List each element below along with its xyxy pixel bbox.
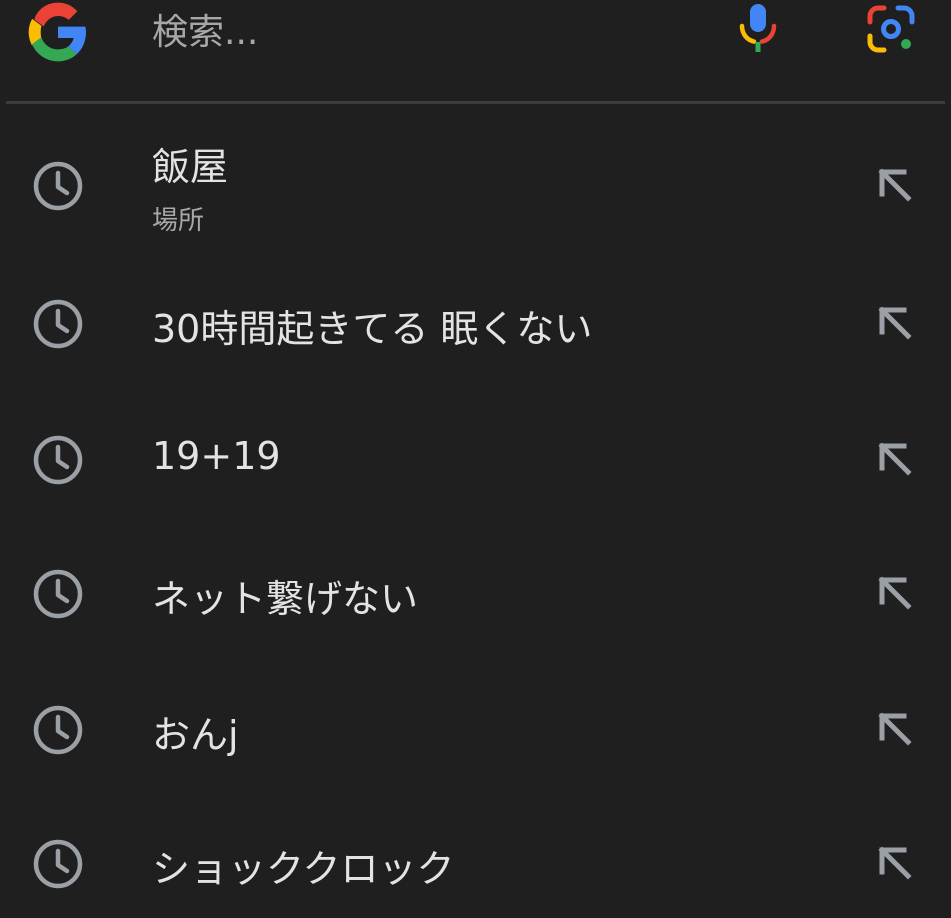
history-clock-icon [33,299,83,349]
search-screen: 飯屋 場所 30時間起きてる 眠くない 19+19 [0,0,951,918]
suggestion-text: ネット繋げない [152,577,419,621]
search-bar [0,0,951,100]
suggestion-subtitle: 場所 [152,206,205,236]
suggestion-item[interactable]: 30時間起きてる 眠くない [0,256,951,392]
arrow-up-left-icon[interactable] [868,298,920,350]
microphone-icon[interactable] [734,0,782,56]
history-clock-icon [33,839,83,889]
suggestion-text: 30時間起きてる 眠くない [152,307,593,351]
suggestion-text: 19+19 [152,434,281,478]
history-clock-icon [33,435,83,485]
history-clock-icon [33,705,83,755]
suggestion-item[interactable]: 飯屋 場所 [0,116,951,256]
arrow-up-left-icon[interactable] [868,434,920,486]
google-lens-icon[interactable] [864,2,918,56]
history-clock-icon [33,161,83,211]
google-logo-icon [28,2,86,62]
search-divider [6,101,945,104]
suggestion-text: ショッククロック [152,847,455,891]
arrow-up-left-icon[interactable] [868,568,920,620]
arrow-up-left-icon[interactable] [868,704,920,756]
arrow-up-left-icon[interactable] [868,160,920,212]
suggestion-item[interactable]: ネット繋げない [0,526,951,662]
search-input[interactable] [152,4,692,60]
history-clock-icon [33,569,83,619]
suggestion-item[interactable]: ショッククロック [0,796,951,918]
suggestion-item[interactable]: おんj [0,662,951,798]
suggestion-item[interactable]: 19+19 [0,392,951,528]
suggestion-text: 飯屋 [152,145,229,189]
arrow-up-left-icon[interactable] [868,838,920,890]
suggestion-text: おんj [152,713,239,757]
